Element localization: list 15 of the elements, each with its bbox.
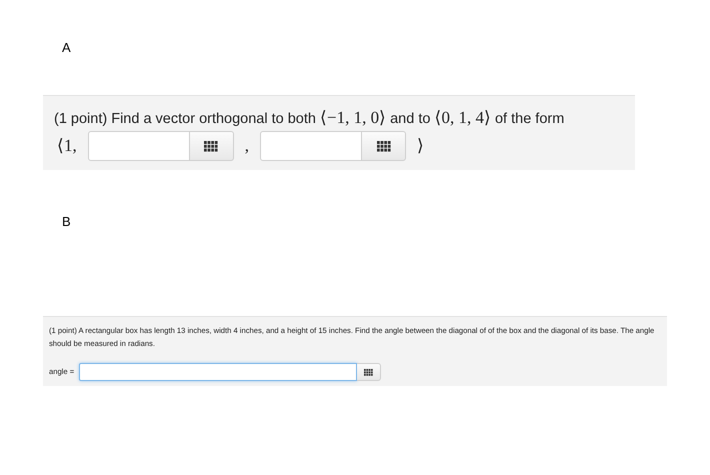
math-text: ⟨1,: [56, 135, 78, 158]
input-field[interactable]: [79, 363, 358, 381]
keypad-icon: [376, 140, 390, 152]
keypad-icon: [204, 140, 218, 152]
keypad-button[interactable]: [357, 363, 382, 381]
section-label: B: [62, 214, 71, 229]
keypad-button[interactable]: [190, 131, 234, 161]
math-text: ⟩: [416, 135, 425, 158]
math-text: ,: [244, 135, 250, 158]
keypad-button[interactable]: [362, 131, 406, 161]
input-field[interactable]: [260, 131, 362, 161]
keypad-icon: [364, 366, 374, 378]
input-field[interactable]: [88, 131, 190, 161]
section-label: A: [62, 40, 71, 55]
question-text: (1 point) Find a vector orthogonal to both ⟨−1, 1, 0⟩ and to ⟨0, 1, 4⟩ of the form: [54, 108, 566, 129]
